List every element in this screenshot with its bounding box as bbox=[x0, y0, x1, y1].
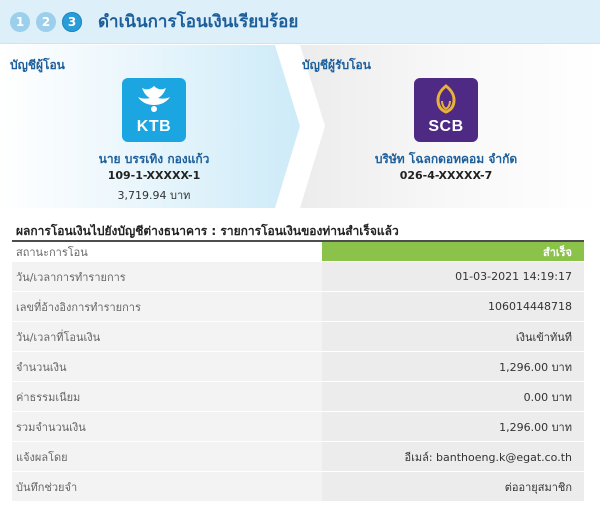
step-2-indicator: 2 bbox=[36, 11, 56, 32]
table-row: บันทึกช่วยจำ ต่ออายุสมาชิก bbox=[12, 472, 584, 502]
table-row: แจ้งผลโดย อีเมล์: banthoeng.k@egat.co.th bbox=[12, 442, 584, 472]
table-row: รวมจำนวนเงิน 1,296.00 บาท bbox=[12, 412, 584, 442]
page-header: 1 2 3 ดำเนินการโอนเงินเรียบร้อย bbox=[0, 0, 600, 44]
table-row: ค่าธรรมเนียม 0.00 บาท bbox=[12, 382, 584, 412]
scb-logo-text: SCB bbox=[428, 118, 464, 135]
row-label: สถานะการโอน bbox=[12, 242, 322, 261]
row-label: รวมจำนวนเงิน bbox=[12, 412, 322, 441]
row-label: ค่าธรรมเนียม bbox=[12, 382, 322, 411]
row-label: เลขที่อ้างอิงการทำรายการ bbox=[12, 292, 322, 321]
result-title: ผลการโอนเงินไปยังบัญชีต่างธนาคาร : รายกา… bbox=[12, 218, 584, 242]
table-row: วัน/เวลาที่โอนเงิน เงินเข้าทันที bbox=[12, 322, 584, 352]
row-label: วัน/เวลาที่โอนเงิน bbox=[12, 322, 322, 351]
scb-bank-logo: SCB bbox=[414, 78, 478, 142]
table-row: จำนวนเงิน 1,296.00 บาท bbox=[12, 352, 584, 382]
ktb-bank-logo: KTB bbox=[122, 78, 186, 142]
row-label: แจ้งผลโดย bbox=[12, 442, 322, 471]
table-row: เลขที่อ้างอิงการทำรายการ 106014448718 bbox=[12, 292, 584, 322]
to-account-label: บัญชีผู้รับโอน bbox=[302, 58, 371, 72]
from-account-balance: 3,719.94 บาท bbox=[117, 189, 191, 202]
row-value: 1,296.00 บาท bbox=[322, 412, 584, 441]
from-account-number: 109-1-XXXXX-1 bbox=[107, 169, 201, 182]
step-1-indicator: 1 bbox=[10, 11, 30, 32]
to-account-number: 026-4-XXXXX-7 bbox=[399, 169, 493, 182]
table-row: สถานะการโอน สำเร็จ bbox=[12, 242, 584, 262]
from-account-name: นาย บรรเทิง กองแก้ว bbox=[98, 152, 210, 166]
transfer-result-table: ผลการโอนเงินไปยังบัญชีต่างธนาคาร : รายกา… bbox=[12, 218, 584, 502]
ktb-bird-icon bbox=[138, 86, 170, 112]
scb-emblem-icon bbox=[436, 84, 456, 114]
to-account-name: บริษัท โฉลกดอทคอม จำกัด bbox=[374, 152, 518, 166]
row-value: 01-03-2021 14:19:17 bbox=[322, 262, 584, 291]
status-badge: สำเร็จ bbox=[322, 242, 584, 261]
page-title: ดำเนินการโอนเงินเรียบร้อย bbox=[98, 12, 299, 32]
row-label: วัน/เวลาการทำรายการ bbox=[12, 262, 322, 291]
row-value: อีเมล์: banthoeng.k@egat.co.th bbox=[322, 442, 584, 471]
step-3-indicator: 3 bbox=[62, 11, 82, 32]
row-value: 106014448718 bbox=[322, 292, 584, 321]
ktb-logo-text: KTB bbox=[136, 118, 172, 135]
row-value: 1,296.00 บาท bbox=[322, 352, 584, 381]
row-value: 0.00 บาท bbox=[322, 382, 584, 411]
row-label: บันทึกช่วยจำ bbox=[12, 472, 322, 501]
row-value: ต่ออายุสมาชิก bbox=[322, 472, 584, 501]
accounts-panel: บัญชีผู้โอน บัญชีผู้รับโอน KTB SCB นาย บ… bbox=[0, 45, 600, 208]
table-row: วัน/เวลาการทำรายการ 01-03-2021 14:19:17 bbox=[12, 262, 584, 292]
row-value: เงินเข้าทันที bbox=[322, 322, 584, 351]
from-account-label: บัญชีผู้โอน bbox=[10, 58, 65, 72]
row-label: จำนวนเงิน bbox=[12, 352, 322, 381]
